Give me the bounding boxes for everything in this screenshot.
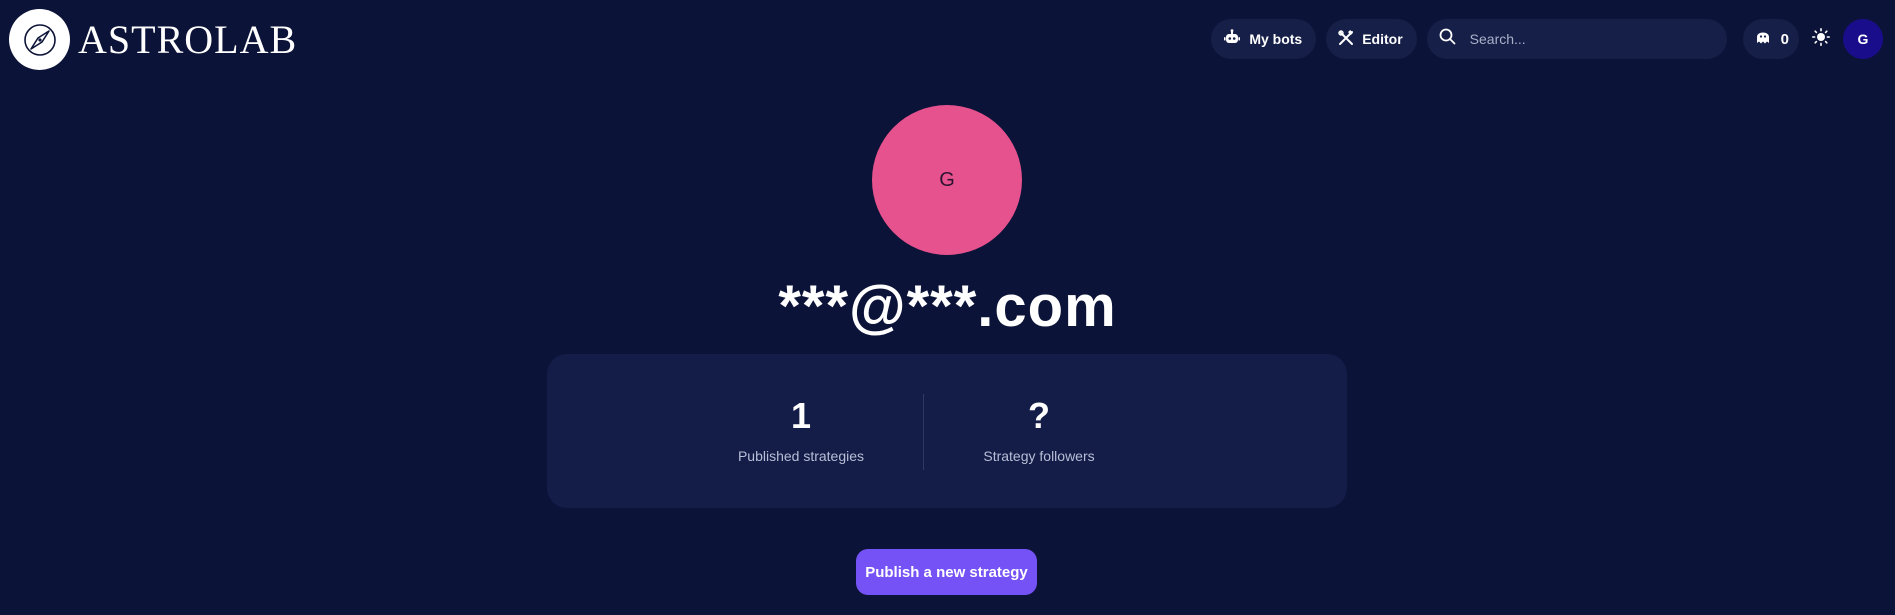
search-input[interactable]: [1467, 30, 1708, 48]
stat-strategy-followers: ? Strategy followers: [939, 395, 1139, 465]
brand-logo[interactable]: ASTROLAB: [9, 9, 297, 70]
stat-published-strategies: 1 Published strategies: [701, 395, 901, 465]
search-icon: [1439, 28, 1456, 50]
editor-label: Editor: [1362, 31, 1403, 47]
stats-card: 1 Published strategies ? Strategy follow…: [547, 354, 1347, 508]
stat-divider: [923, 394, 924, 470]
brand-name: ASTROLAB: [78, 16, 298, 62]
stat-label: Strategy followers: [983, 448, 1095, 464]
notification-counter[interactable]: 0: [1742, 19, 1799, 59]
ghost-icon: [1755, 28, 1771, 50]
stat-value: 1: [790, 395, 812, 436]
top-navigation: My bots Editor 0: [1199, 6, 1895, 72]
my-bots-button[interactable]: My bots: [1211, 19, 1317, 59]
compass-icon: [9, 9, 70, 70]
theme-toggle[interactable]: [1809, 19, 1833, 59]
stat-value: ?: [1028, 395, 1050, 436]
stat-label: Published strategies: [737, 448, 865, 464]
publish-strategy-button[interactable]: Publish a new strategy: [856, 549, 1037, 595]
my-bots-label: My bots: [1249, 31, 1303, 47]
user-avatar-button[interactable]: G: [1843, 19, 1883, 59]
robot-icon: [1223, 28, 1241, 50]
tools-icon: [1338, 29, 1354, 49]
editor-button[interactable]: Editor: [1326, 19, 1417, 59]
sun-icon: [1812, 27, 1830, 51]
profile-name: ***@***.com: [778, 274, 1117, 339]
notification-count: 0: [1780, 30, 1789, 48]
profile-avatar: G: [872, 105, 1022, 255]
search-bar[interactable]: [1426, 19, 1727, 59]
